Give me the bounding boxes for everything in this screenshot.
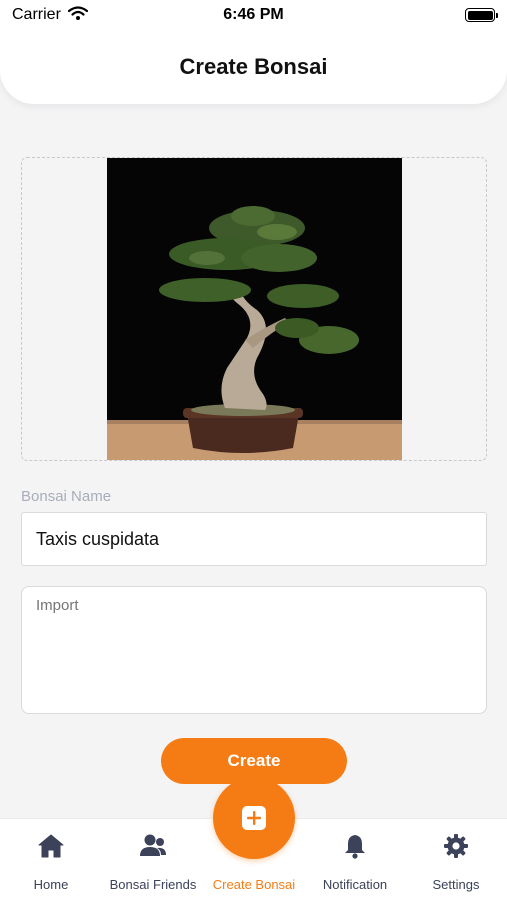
nav-item-settings[interactable]: Settings (424, 819, 488, 900)
battery-icon (465, 8, 498, 22)
users-icon (140, 834, 166, 856)
status-left: Carrier (12, 5, 88, 25)
wifi-icon (67, 5, 88, 25)
carrier-label: Carrier (12, 6, 61, 23)
bonsai-name-input[interactable] (21, 512, 487, 566)
page-title: Create Bonsai (179, 54, 328, 79)
nav-label-create-bonsai: Create Bonsai (212, 877, 296, 892)
nav-item-bonsai-friends[interactable]: Bonsai Friends (103, 819, 203, 900)
create-bonsai-fab[interactable] (213, 777, 295, 859)
nav-label-home: Home (33, 877, 69, 892)
nav-label-bonsai-friends: Bonsai Friends (109, 877, 197, 892)
plus-square-icon (242, 806, 266, 830)
description-input[interactable] (21, 586, 487, 714)
nav-label-notification: Notification (322, 877, 388, 892)
bell-icon (345, 835, 365, 859)
nav-label-settings: Settings (432, 877, 480, 892)
bonsai-name-label: Bonsai Name (21, 488, 112, 505)
home-icon (38, 834, 64, 858)
bonsai-photo (106, 158, 402, 460)
status-bar: Carrier 6:46 PM (0, 0, 507, 30)
nav-item-notification[interactable]: Notification (314, 819, 396, 900)
image-picker[interactable] (21, 157, 487, 461)
nav-item-home[interactable]: Home (21, 819, 81, 900)
gear-icon (444, 834, 468, 858)
